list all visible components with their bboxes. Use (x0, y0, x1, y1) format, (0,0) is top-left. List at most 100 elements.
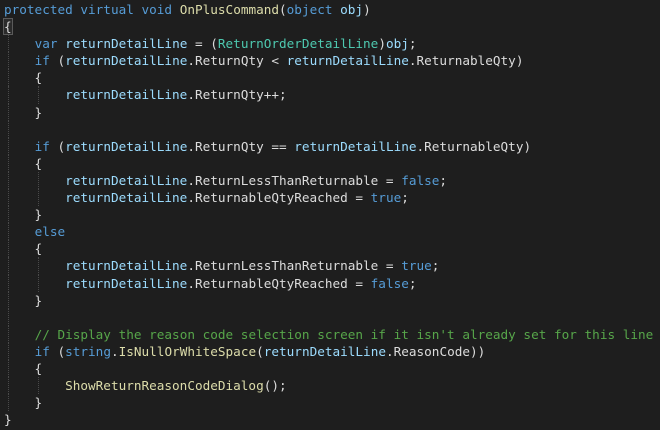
code-token: OnPlusCommand (179, 2, 280, 17)
code-token: ReturnLessThanReturnable (194, 258, 379, 274)
code-token: ReturnLessThanReturnable (194, 172, 379, 188)
indent-guide (8, 35, 9, 53)
code-line[interactable]: { (0, 154, 660, 172)
code-line[interactable]: protected virtual void OnPlusCommand(obj… (0, 1, 660, 18)
indent-guide (8, 154, 9, 172)
code-token: ; (431, 258, 440, 274)
indent-guide (8, 137, 9, 155)
code-token: ( (49, 138, 66, 154)
code-token: ) (515, 53, 524, 69)
code-line[interactable] (0, 120, 660, 138)
indent-guide (8, 103, 9, 121)
indent-guide (8, 274, 9, 292)
code-line[interactable]: returnDetailLine.ReturnableQtyReached = … (0, 274, 660, 292)
code-token: returnDetailLine (286, 53, 409, 69)
code-token: returnDetailLine (65, 53, 188, 69)
code-token: ReturnableQtyReached (194, 190, 348, 206)
code-line[interactable]: } (0, 394, 660, 412)
code-token: ReasonCode (393, 343, 470, 359)
code-token: . (187, 172, 195, 188)
code-line[interactable]: if (returnDetailLine.ReturnQty == return… (0, 137, 660, 155)
indent-guide (8, 86, 9, 104)
code-token: = (347, 190, 371, 206)
code-token: } (4, 207, 43, 223)
code-token: virtual (80, 2, 134, 17)
code-token: { (3, 18, 13, 36)
code-token: true (401, 258, 432, 274)
code-token: obj (340, 2, 364, 17)
indent-guide (38, 274, 40, 292)
code-token: (); (263, 378, 287, 394)
code-token: returnDetailLine (65, 36, 188, 52)
code-token: )) (470, 343, 486, 359)
code-token: returnDetailLine (65, 138, 188, 154)
code-token: void (141, 2, 173, 17)
code-token: } (4, 292, 43, 308)
code-token: ) (363, 2, 371, 17)
code-token: ReturnableQty (416, 53, 516, 69)
code-token: if (34, 343, 50, 359)
code-token: ReturnQty (194, 138, 264, 154)
code-token: ( (279, 2, 287, 17)
code-token: IsNullOrWhiteSpace (118, 343, 257, 359)
indent-guide (8, 394, 9, 412)
code-token: { (4, 70, 43, 86)
code-line[interactable]: { (0, 359, 660, 378)
code-line[interactable]: { (0, 18, 660, 36)
code-token: ReturnableQty (424, 138, 524, 154)
code-token: ReturnQty (194, 53, 264, 69)
code-line[interactable]: else (0, 223, 660, 241)
code-line[interactable]: if (string.IsNullOrWhiteSpace(returnDeta… (0, 342, 660, 360)
indent-guide (8, 308, 9, 326)
code-token: ; (408, 36, 417, 52)
code-line[interactable]: var returnDetailLine = (ReturnOrderDetai… (0, 35, 660, 53)
code-token: == (263, 138, 295, 154)
code-token: object (286, 2, 333, 17)
code-token: . (187, 190, 195, 206)
code-line[interactable]: returnDetailLine.ReturnLessThanReturnabl… (0, 171, 660, 190)
code-token: returnDetailLine (263, 343, 386, 359)
indent-guide (8, 120, 9, 138)
code-line[interactable]: returnDetailLine.ReturnLessThanReturnabl… (0, 257, 660, 275)
code-line[interactable]: } (0, 411, 660, 428)
code-token: . (187, 275, 195, 291)
code-line[interactable]: returnDetailLine.ReturnQty++; (0, 86, 660, 104)
code-token: ; (401, 190, 409, 206)
code-token: . (187, 53, 195, 69)
code-token: returnDetailLine (65, 172, 188, 188)
code-line[interactable]: { (0, 69, 660, 87)
indent-guide (8, 223, 9, 241)
code-line[interactable]: } (0, 291, 660, 309)
code-token: . (187, 138, 195, 154)
code-token: returnDetailLine (294, 138, 417, 154)
code-line[interactable]: } (0, 206, 660, 224)
code-token: ReturnOrderDetailLine (217, 36, 379, 52)
code-line[interactable]: returnDetailLine.ReturnableQtyReached = … (0, 189, 660, 207)
code-line[interactable]: } (0, 103, 660, 121)
code-line[interactable] (0, 308, 660, 326)
code-line[interactable]: { (0, 240, 660, 258)
code-token: false (370, 275, 409, 291)
indent-guide (8, 325, 9, 343)
code-token: { (4, 360, 43, 376)
indent-guide (38, 189, 40, 207)
code-line[interactable]: // Display the reason code selection scr… (0, 325, 660, 343)
code-token: < (263, 53, 287, 69)
code-line[interactable]: if (returnDetailLine.ReturnQty < returnD… (0, 52, 660, 70)
code-token: var (34, 36, 58, 52)
code-token: = (347, 275, 371, 291)
code-line[interactable]: ShowReturnReasonCodeDialog(); (0, 377, 660, 395)
code-token: ( (49, 343, 66, 359)
code-token: obj (385, 36, 409, 52)
code-editor[interactable]: protected virtual void OnPlusCommand(obj… (0, 0, 660, 430)
indent-guide (8, 257, 9, 275)
indent-guide (8, 291, 9, 309)
code-token: ++; (263, 87, 287, 103)
code-token: } (4, 104, 43, 120)
indent-guide (38, 86, 40, 104)
